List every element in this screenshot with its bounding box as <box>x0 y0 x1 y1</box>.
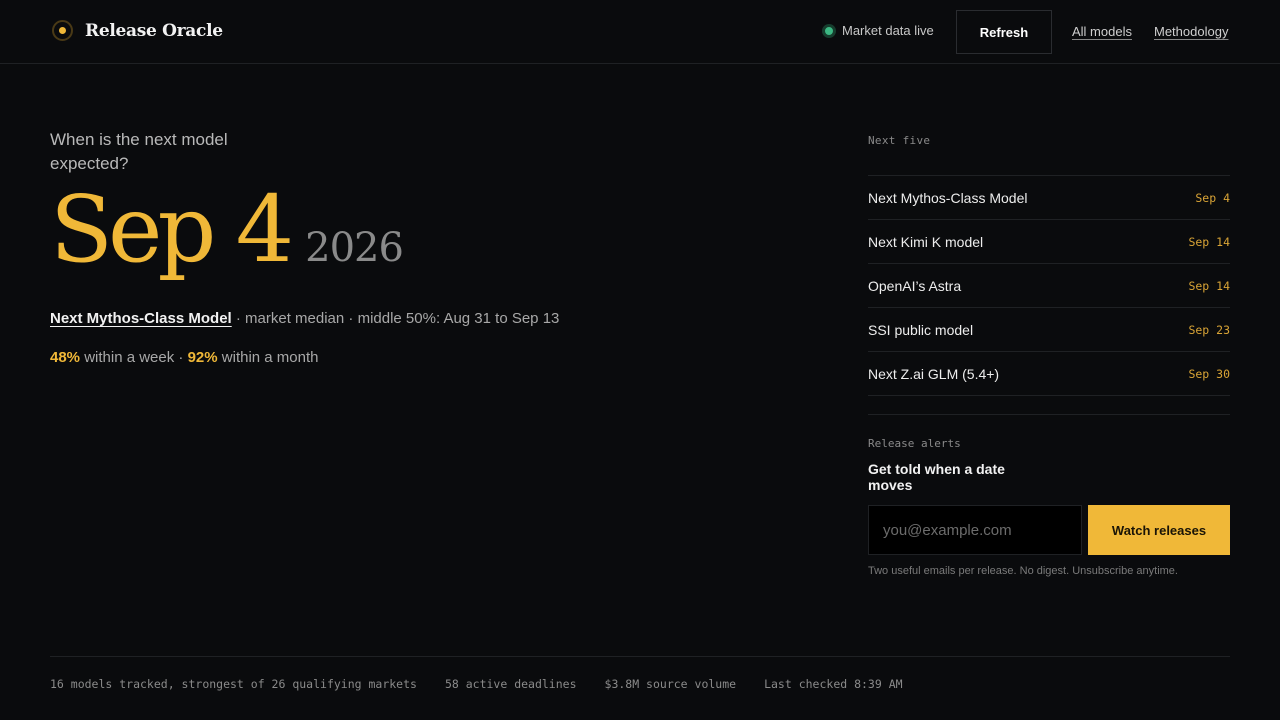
alerts-label: Release alerts <box>868 437 961 450</box>
top-bar: Release Oracle Market data live Refresh … <box>0 0 1280 64</box>
list-item-name: SSI public model <box>868 321 974 338</box>
prediction-range: · market median · middle 50%: Aug 31 to … <box>231 310 560 327</box>
list-item[interactable]: Next Kimi K model Sep 14 <box>868 219 1230 263</box>
oracle-logo-icon <box>52 20 73 41</box>
brand-name: Release Oracle <box>85 20 223 41</box>
stat-active-deadlines: 58 active deadlines <box>444 677 577 691</box>
list-item[interactable]: Next Z.ai GLM (5.4+) Sep 30 <box>868 351 1230 395</box>
nav-all-models[interactable]: All models <box>1072 24 1132 39</box>
predicted-date: Sep 4 2026 <box>50 176 404 283</box>
hero-question: When is the next model expected? <box>50 130 228 173</box>
alerts-title: Get told when a date moves <box>868 461 1005 493</box>
stat-models-tracked: 16 models tracked, strongest of 26 quali… <box>50 677 417 691</box>
list-item-date: Sep 30 <box>1188 366 1230 381</box>
list-item[interactable]: OpenAI’s Astra Sep 14 <box>868 263 1230 307</box>
month-probability: 92% <box>187 349 218 366</box>
list-item-name: Next Mythos-Class Model <box>868 189 1028 206</box>
week-probability: 48% <box>50 349 81 366</box>
predicted-year: 2026 <box>305 225 404 271</box>
stat-source-volume: $3.8M source volume <box>604 677 737 691</box>
footer-divider <box>50 656 1230 657</box>
market-status: Market data live <box>822 23 934 38</box>
divider <box>868 414 1230 415</box>
stat-last-checked: Last checked 8:39 AM <box>764 677 903 691</box>
nav-methodology[interactable]: Methodology <box>1154 24 1228 39</box>
list-item-name: OpenAI’s Astra <box>868 277 962 294</box>
live-status-icon <box>822 23 836 38</box>
email-input[interactable] <box>868 505 1082 555</box>
list-item[interactable]: Next Mythos-Class Model Sep 4 <box>868 175 1230 219</box>
list-item-date: Sep 23 <box>1188 322 1230 337</box>
watch-releases-button[interactable]: Watch releases <box>1088 505 1230 555</box>
list-item[interactable]: SSI public model Sep 23 <box>868 307 1230 351</box>
model-link[interactable]: Next Mythos-Class Model <box>50 310 232 327</box>
stats-bar: 16 models tracked, strongest of 26 quali… <box>50 677 903 691</box>
brand[interactable]: Release Oracle <box>52 20 223 41</box>
list-item-date: Sep 14 <box>1188 234 1230 249</box>
alerts-fineprint: Two useful emails per release. No digest… <box>868 565 1178 577</box>
month-label: within a month <box>217 349 319 366</box>
next-five-list: Next Mythos-Class Model Sep 4 Next Kimi … <box>868 175 1230 396</box>
refresh-button[interactable]: Refresh <box>956 10 1052 54</box>
probabilities: 48% within a week · 92% within a month <box>50 349 319 366</box>
predicted-month-day: Sep 4 <box>50 176 294 283</box>
list-item-date: Sep 14 <box>1188 278 1230 293</box>
list-item-name: Next Kimi K model <box>868 233 984 250</box>
list-item-name: Next Z.ai GLM (5.4+) <box>868 365 1000 382</box>
market-status-label: Market data live <box>842 23 934 38</box>
list-item-date: Sep 4 <box>1195 190 1230 205</box>
week-label: within a week · <box>80 349 188 366</box>
prediction-detail: Next Mythos-Class Model · market median … <box>50 310 559 327</box>
next-five-label: Next five <box>868 134 931 147</box>
